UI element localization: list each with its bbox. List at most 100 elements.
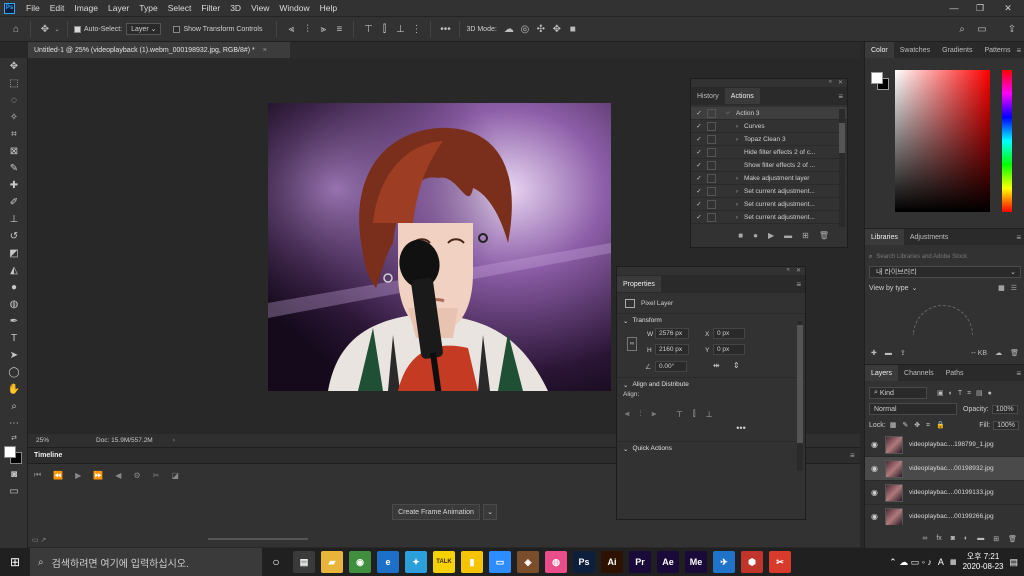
hand-tool-icon[interactable]: ✋ (0, 381, 28, 398)
blur-tool-icon[interactable]: ● (0, 279, 28, 296)
flip-horizontal-icon[interactable]: ⇹ (713, 361, 720, 370)
layer-filter-icons[interactable]: ▣◐T⌗▤● (937, 389, 997, 398)
tab-gradients[interactable]: Gradients (936, 42, 978, 58)
scrollbar[interactable] (797, 321, 803, 471)
taskbar-app-icon[interactable]: Ae (657, 551, 679, 573)
close-window-button[interactable]: ✕ (996, 0, 1020, 16)
foreground-color[interactable] (4, 446, 16, 458)
next-frame-icon[interactable]: ⏩ (93, 471, 103, 480)
clone-stamp-icon[interactable]: ⊥ (0, 211, 28, 228)
group-icon[interactable]: ▬ (977, 535, 984, 543)
delete-icon[interactable]: 🗑 (1010, 349, 1019, 357)
show-transform-checkbox[interactable] (173, 25, 181, 33)
pan-3d-icon[interactable]: ✣ (533, 21, 549, 37)
history-brush-icon[interactable]: ↺ (0, 228, 28, 245)
eye-icon[interactable]: ◉ (871, 464, 881, 473)
tab-swatches[interactable]: Swatches (894, 42, 936, 58)
align-top-icon[interactable]: ⊤ (360, 21, 376, 37)
collapse-panel-icon[interactable]: « (829, 79, 832, 87)
action-row[interactable]: ✓ › Set current adjustment... (691, 198, 847, 211)
first-frame-icon[interactable]: ⏮ (34, 470, 41, 480)
ime-grid-icon[interactable]: ▦ (950, 558, 957, 566)
quick-mask-icon[interactable]: ◙ (0, 466, 28, 483)
prev-frame-icon[interactable]: ⏪ (53, 471, 63, 480)
chevron-down-icon[interactable]: ⌄ (623, 445, 628, 453)
align-vcenter-icon[interactable]: ⫿ (693, 409, 696, 419)
panel-menu-icon[interactable]: ≡ (1017, 46, 1022, 55)
taskbar-app-icon[interactable]: Me (685, 551, 707, 573)
dialog-toggle[interactable] (707, 108, 716, 118)
menu-select[interactable]: Select (163, 3, 197, 13)
shape-tool-icon[interactable]: ◯ (0, 364, 28, 381)
zoom-tool-icon[interactable]: ⌕ (0, 398, 28, 415)
foreground-color[interactable] (871, 72, 883, 84)
taskbar-app-icon[interactable]: e (377, 551, 399, 573)
lasso-tool-icon[interactable]: ◌ (0, 92, 28, 109)
folder-icon[interactable]: ▬ (885, 350, 892, 357)
new-layer-icon[interactable]: ⊞ (993, 535, 999, 543)
taskbar-app-icon[interactable]: TALK (433, 551, 455, 573)
scrollbar[interactable] (839, 109, 845, 227)
tab-layers[interactable]: Layers (865, 365, 899, 381)
opacity-field[interactable]: 100% (991, 404, 1018, 414)
align-hcenter-icon[interactable]: ⫶ (640, 409, 642, 419)
hue-slider[interactable] (1002, 70, 1012, 212)
tray-icons[interactable]: ⌃ ☁ ▭ ◦ ♪ (889, 557, 932, 568)
orbit-3d-icon[interactable]: ☁ (501, 21, 517, 37)
align-top-icon[interactable]: ⊤ (676, 410, 683, 419)
dialog-toggle[interactable] (707, 173, 716, 183)
grid-view-icon[interactable]: ▦ (998, 284, 1005, 292)
dialog-toggle[interactable] (707, 160, 716, 170)
minimize-button[interactable]: — (942, 0, 966, 16)
lock-icons[interactable]: ▦✎✥⌗🔒 (890, 421, 951, 430)
collapse-panel-icon[interactable]: « (787, 267, 790, 275)
taskbar-app-icon[interactable]: ▮ (461, 551, 483, 573)
ime-indicator[interactable]: A (938, 557, 944, 567)
action-row[interactable]: ✓ Show filter effects 2 of ... (691, 159, 847, 172)
color-swatches[interactable] (0, 444, 28, 466)
tab-history[interactable]: History (691, 88, 725, 104)
align-left-icon[interactable]: ⫷ (625, 409, 630, 419)
stop-icon[interactable]: ■ (738, 231, 743, 240)
dialog-toggle[interactable] (707, 199, 716, 209)
check-icon[interactable]: ✓ (691, 161, 707, 169)
align-vcenter-icon[interactable]: ⫿ (376, 21, 392, 37)
healing-brush-icon[interactable]: ✚ (0, 177, 28, 194)
distribute-vertical-icon[interactable]: ⋮ (408, 21, 424, 37)
workspace-icon[interactable]: ▭ (974, 21, 990, 37)
type-tool-icon[interactable]: T (0, 330, 28, 347)
library-search-input[interactable]: Search Libraries and Adobe Stock (876, 254, 967, 260)
align-hcenter-icon[interactable]: ⫶ (299, 21, 315, 37)
align-right-icon[interactable]: ⫸ (315, 21, 331, 37)
home-icon[interactable]: ⌂ (8, 21, 24, 37)
list-view-icon[interactable]: ☰ (1011, 284, 1017, 292)
canvas-image[interactable] (268, 103, 611, 391)
eye-icon[interactable]: ◉ (871, 512, 881, 521)
panel-menu-icon[interactable]: ≡ (850, 451, 855, 460)
more-tools-icon[interactable]: ⋯ (0, 415, 28, 432)
taskbar-app-icon[interactable]: ✦ (405, 551, 427, 573)
auto-select-target-dropdown[interactable]: Layer ⌄ (126, 23, 162, 35)
expand-toggle-icon[interactable]: › (722, 188, 744, 195)
auto-select-checkbox[interactable] (74, 25, 81, 33)
transition-icon[interactable]: ◪ (171, 471, 179, 480)
new-action-icon[interactable]: ⊞ (802, 231, 809, 240)
tab-actions[interactable]: Actions (724, 88, 760, 104)
library-select[interactable]: 내 라이브러리 ⌄ (869, 266, 1021, 278)
layer-row[interactable]: ◉ videoplaybac....00198932.jpg (865, 457, 1024, 481)
check-icon[interactable]: ✓ (691, 187, 707, 195)
chevron-down-icon[interactable]: ⌄ (623, 381, 628, 389)
paint-bucket-icon[interactable]: ◭ (0, 262, 28, 279)
record-icon[interactable]: ● (753, 231, 758, 240)
dialog-toggle[interactable] (707, 186, 716, 196)
expand-toggle-icon[interactable]: › (722, 175, 744, 182)
zoom-slider[interactable] (208, 538, 308, 540)
taskbar-app-icon[interactable]: ◍ (545, 551, 567, 573)
height-field[interactable]: 2160 px (655, 344, 689, 355)
close-panel-icon[interactable]: ✕ (838, 79, 843, 87)
chevron-down-icon[interactable]: ⌄ (53, 21, 61, 37)
panel-menu-icon[interactable]: ≡ (838, 92, 843, 101)
animation-mode-dropdown[interactable]: ⌄ (483, 504, 497, 520)
menu-window[interactable]: Window (274, 3, 314, 13)
width-field[interactable]: 2576 px (655, 328, 689, 339)
